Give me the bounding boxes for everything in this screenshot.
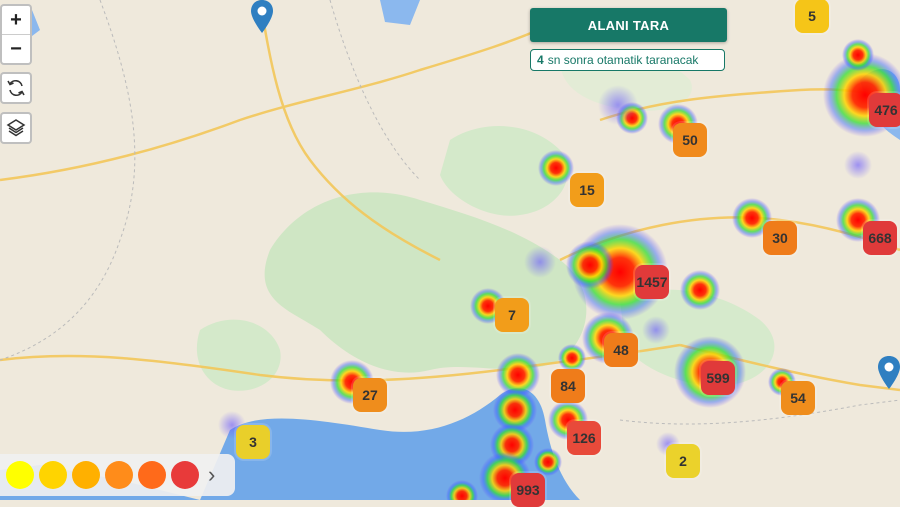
chevron-right-icon[interactable]: › [208,462,215,488]
cluster-count: 1457 [636,274,668,290]
cluster-count: 30 [772,230,788,246]
layers-button[interactable] [0,112,32,144]
legend-color-4 [105,461,133,489]
cluster-marker[interactable]: 993 [511,473,545,507]
cluster-marker[interactable]: 3 [236,425,270,459]
cluster-count: 2 [679,453,687,469]
cluster-count: 5 [808,8,816,24]
intensity-legend: › [0,454,235,496]
cluster-count: 84 [560,378,576,394]
scan-area-button[interactable]: ALANI TARA [530,8,727,42]
cluster-count: 3 [249,434,257,450]
cluster-marker[interactable]: 15 [570,173,604,207]
cluster-marker[interactable]: 599 [701,361,735,395]
cluster-marker[interactable]: 5 [795,0,829,33]
cluster-count: 48 [613,342,629,358]
zoom-out-button[interactable]: − [2,34,30,63]
cluster-count: 993 [516,482,540,498]
cluster-marker[interactable]: 2 [666,444,700,478]
zoom-in-button[interactable]: + [2,6,30,34]
cluster-marker[interactable]: 48 [604,333,638,367]
cluster-marker[interactable]: 30 [763,221,797,255]
legend-color-6 [171,461,199,489]
refresh-icon [7,80,25,96]
cluster-count: 476 [874,102,898,118]
cluster-count: 126 [572,430,596,446]
refresh-button[interactable] [0,72,32,104]
cluster-marker[interactable]: 84 [551,369,585,403]
legend-color-5 [138,461,166,489]
cluster-marker[interactable]: 1457 [635,265,669,299]
cluster-count: 15 [579,182,595,198]
cluster-count: 50 [682,132,698,148]
cluster-marker[interactable]: 668 [863,221,897,255]
cluster-count: 7 [508,307,516,323]
cluster-marker[interactable]: 50 [673,123,707,157]
cluster-count: 27 [362,387,378,403]
cluster-marker[interactable]: 7 [495,298,529,332]
cluster-count: 668 [868,230,892,246]
auto-scan-message: sn sonra otamatik taranacak [547,53,699,67]
map-pin-icon[interactable] [877,356,900,390]
cluster-marker[interactable]: 476 [869,93,900,127]
layers-icon [6,119,26,137]
cluster-marker[interactable]: 27 [353,378,387,412]
map-pin-icon[interactable] [250,0,274,34]
cluster-count: 54 [790,390,806,406]
cluster-marker[interactable]: 54 [781,381,815,415]
legend-color-1 [6,461,34,489]
legend-color-2 [39,461,67,489]
zoom-control: + − [0,4,32,65]
cluster-count: 599 [706,370,730,386]
auto-scan-seconds: 4 [537,53,544,67]
cluster-marker[interactable]: 126 [567,421,601,455]
legend-color-3 [72,461,100,489]
auto-scan-notice: 4 sn sonra otamatik taranacak [530,49,725,71]
